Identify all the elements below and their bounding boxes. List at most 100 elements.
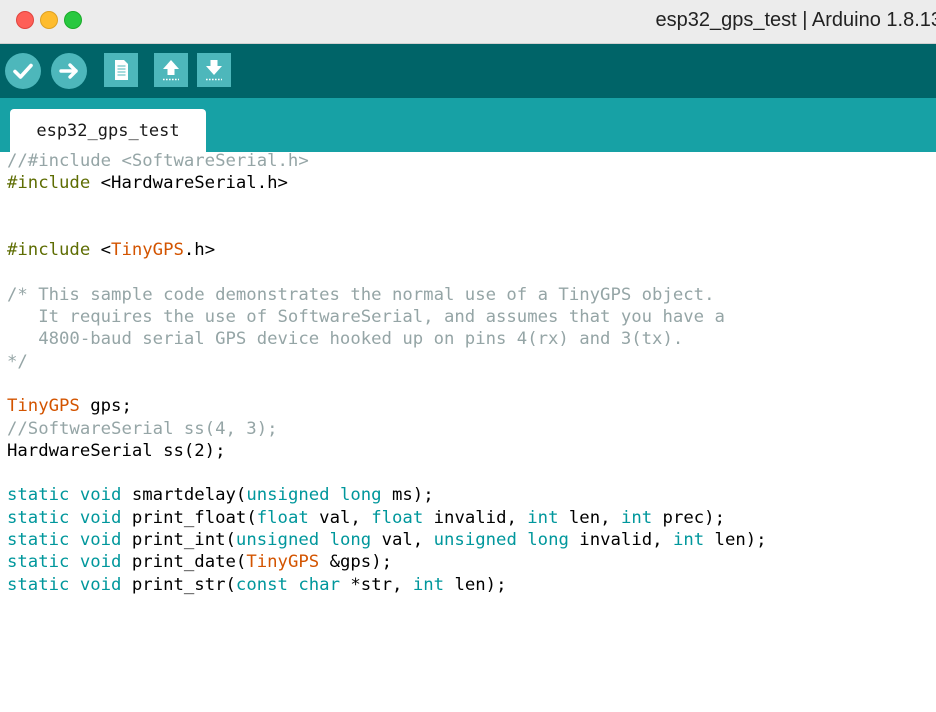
upload-button[interactable] [51, 53, 87, 89]
code-token: unsigned [433, 530, 517, 551]
code-token: #include [7, 240, 91, 261]
code-token: void [79, 507, 122, 528]
checkmark-icon [13, 63, 33, 79]
code-token: TinyGPS [246, 552, 320, 573]
code-token: &gps); [319, 552, 393, 573]
tab-label: esp32_gps_test [36, 121, 180, 141]
code-token: */ [7, 351, 28, 372]
code-line: static void print_date(TinyGPS &gps); [7, 551, 767, 573]
code-token: int [412, 574, 445, 595]
code-token: len); [444, 574, 507, 595]
code-token: smartdelay( [121, 485, 247, 506]
minimize-window-button[interactable] [40, 11, 58, 29]
code-line: //#include <SoftwareSerial.h> [7, 150, 767, 172]
code-token: const [235, 574, 288, 595]
new-sketch-button[interactable] [104, 53, 138, 87]
code-token: gps; [79, 396, 132, 417]
code-token: #include [7, 173, 91, 194]
code-text: //#include <SoftwareSerial.h> #include <H… [7, 150, 767, 596]
code-editor[interactable]: //#include <SoftwareSerial.h> #include <H… [0, 150, 936, 712]
code-token: static [7, 507, 70, 528]
open-button[interactable] [154, 53, 188, 87]
code-token: void [79, 552, 122, 573]
code-token: //#include <SoftwareSerial.h> [7, 151, 309, 171]
code-token: len, [558, 507, 621, 528]
code-token: invalid, [568, 530, 673, 551]
code-token: It requires the use of SoftwareSerial, a… [7, 307, 725, 328]
verify-button[interactable] [5, 53, 41, 89]
code-line: ​ [7, 462, 767, 484]
code-token: unsigned [235, 530, 320, 551]
code-line: */ [7, 351, 767, 373]
code-line: #include <HardwareSerial.h> [7, 172, 767, 194]
code-token: print_str( [121, 574, 236, 595]
code-line: ​ [7, 217, 767, 239]
code-line: static void smartdelay(unsigned long ms)… [7, 484, 767, 506]
code-line: ​ [7, 373, 767, 395]
code-line: It requires the use of SoftwareSerial, a… [7, 306, 767, 328]
code-token: HardwareSerial ss(2); [7, 440, 226, 461]
code-token: TinyGPS [111, 240, 184, 261]
code-line: ​ [7, 195, 767, 217]
document-icon [115, 60, 128, 80]
arrow-down-icon [206, 60, 222, 81]
code-token: static [7, 574, 70, 595]
code-token: int [620, 507, 653, 528]
code-token: prec); [652, 507, 725, 528]
code-token: .h> [183, 240, 216, 261]
window-title: esp32_gps_test | Arduino 1.8.13 [655, 9, 936, 31]
code-token: void [79, 485, 122, 506]
code-line: 4800-baud serial GPS device hooked up on… [7, 328, 767, 350]
arrow-up-icon [163, 60, 179, 81]
code-token: static [7, 485, 70, 506]
code-token: unsigned [246, 485, 330, 506]
code-line: ​ [7, 261, 767, 283]
code-line: /* This sample code demonstrates the nor… [7, 284, 767, 306]
code-token: long [329, 530, 372, 551]
code-token: //SoftwareSerial ss(4, 3); [7, 418, 278, 439]
code-token: print_float( [121, 507, 257, 528]
code-token: *str, [339, 574, 413, 595]
title-bar: esp32_gps_test | Arduino 1.8.13 [0, 0, 936, 44]
code-token: 4800-baud serial GPS device hooked up on… [7, 329, 684, 350]
arrow-right-icon [59, 63, 78, 79]
code-line: #include <TinyGPS.h> [7, 239, 767, 261]
code-line: TinyGPS gps; [7, 395, 767, 417]
code-token: /* This sample code demonstrates the nor… [7, 284, 715, 305]
code-token: invalid, [423, 507, 528, 528]
code-token: int [672, 530, 705, 551]
toolbar [0, 44, 936, 98]
code-token: char [298, 574, 340, 595]
code-line: static void print_str(const char *str, i… [7, 574, 767, 596]
code-token: void [79, 530, 122, 551]
code-token: int [527, 507, 559, 528]
code-token: print_date( [121, 552, 247, 573]
code-line: static void print_float(float val, float… [7, 507, 767, 529]
code-token: ms); [381, 485, 434, 506]
save-button[interactable] [197, 53, 231, 87]
code-token: static [7, 530, 70, 551]
code-token: void [79, 574, 122, 595]
code-token: len); [704, 530, 767, 551]
code-token: <HardwareSerial.h> [90, 173, 288, 194]
code-token: print_int( [121, 530, 236, 551]
code-token: val, [308, 507, 372, 528]
code-token: < [90, 240, 112, 261]
close-window-button[interactable] [16, 11, 34, 29]
code-line: static void print_int(unsigned long val,… [7, 529, 767, 551]
tab-bar: esp32_gps_test [0, 98, 936, 152]
code-token: float [371, 507, 424, 528]
code-token: long [339, 485, 382, 506]
code-token: static [7, 552, 70, 573]
zoom-window-button[interactable] [64, 11, 82, 29]
tab-esp32-gps-test[interactable]: esp32_gps_test [10, 109, 206, 152]
